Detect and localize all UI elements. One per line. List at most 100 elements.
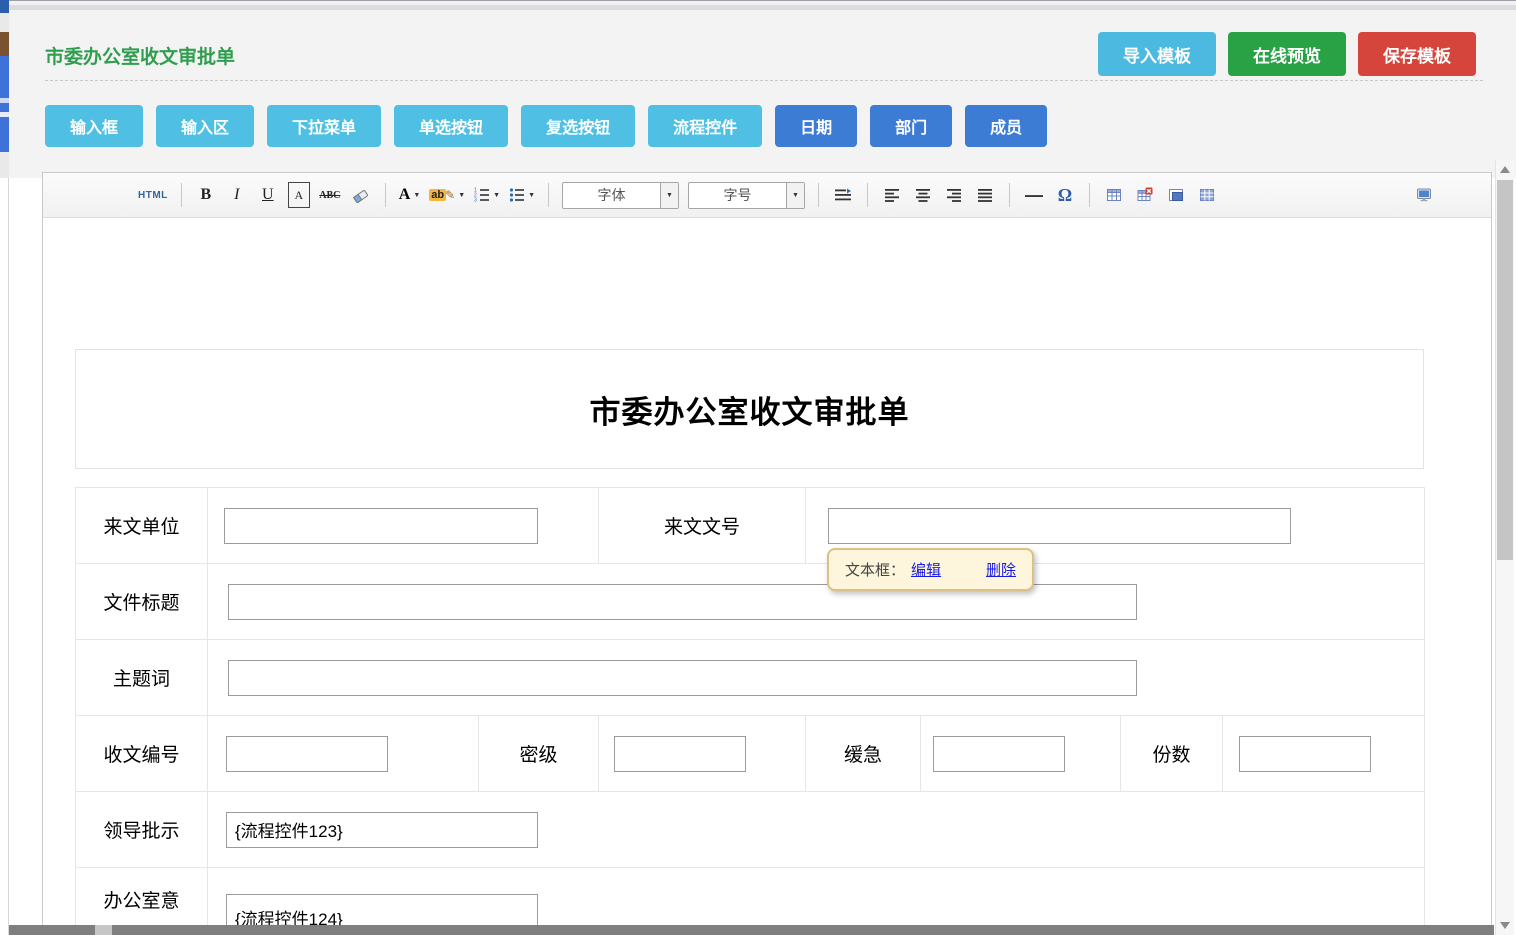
chevron-down-icon: ▼ — [413, 192, 420, 199]
add-flow-control-button[interactable]: 流程控件 — [648, 105, 762, 147]
leader-instructions-cell — [208, 792, 1425, 868]
font-family-label: 字体 — [563, 185, 660, 205]
bottom-bar[interactable] — [0, 925, 1494, 935]
subject-words-input[interactable] — [228, 660, 1137, 696]
receipt-number-label: 收文编号 — [76, 716, 208, 792]
document-title-label: 文件标题 — [76, 564, 208, 640]
indent-button[interactable] — [832, 182, 854, 208]
delete-field-link[interactable]: 删除 — [986, 559, 1016, 580]
cell-properties-icon — [1168, 187, 1184, 203]
highlight-color-button[interactable]: ab ✎ ▼ — [429, 188, 465, 202]
fullscreen-button[interactable] — [1413, 182, 1435, 208]
dashed-divider — [45, 80, 1483, 81]
add-checkbox-button[interactable]: 复选按钮 — [521, 105, 635, 147]
scroll-down-arrow[interactable] — [1500, 922, 1510, 929]
table-row: 领导批示 — [76, 792, 1425, 868]
urgency-cell — [921, 716, 1121, 792]
leader-instructions-input[interactable] — [226, 812, 538, 848]
incoming-doc-number-input[interactable] — [828, 508, 1291, 544]
chevron-down-icon: ▼ — [786, 183, 804, 208]
scrollbar-thumb[interactable] — [1497, 180, 1513, 560]
font-size-select[interactable]: 字号 ▼ — [688, 182, 805, 209]
cell-properties-button[interactable] — [1165, 182, 1187, 208]
form-title-block: 市委办公室收文审批单 — [75, 349, 1424, 469]
subject-words-cell — [208, 640, 1425, 716]
import-template-button[interactable]: 导入模板 — [1098, 32, 1216, 76]
component-toolbar: 输入框 输入区 下拉菜单 单选按钮 复选按钮 流程控件 日期 部门 成员 — [45, 105, 1047, 147]
ordered-list-icon: 1 2 3 — [474, 187, 490, 203]
insert-table-button[interactable] — [1103, 182, 1125, 208]
highlight-label: ab — [429, 189, 446, 201]
chevron-down-icon: ▼ — [458, 192, 465, 199]
edge-fragment — [0, 98, 9, 103]
font-size-label: 字号 — [689, 185, 786, 205]
table-properties-icon — [1199, 187, 1215, 203]
leader-instructions-label: 领导批示 — [76, 792, 208, 868]
font-color-button[interactable]: A ▼ — [399, 186, 421, 204]
align-center-button[interactable] — [912, 182, 934, 208]
urgency-label: 缓急 — [806, 716, 921, 792]
copies-input[interactable] — [1239, 736, 1371, 772]
bold-button[interactable]: B — [195, 182, 217, 208]
source-code-button[interactable]: HTML — [138, 182, 168, 208]
add-textarea-button[interactable]: 输入区 — [156, 105, 254, 147]
urgency-input[interactable] — [933, 736, 1065, 772]
svg-text:3: 3 — [474, 198, 477, 203]
strikethrough-button[interactable]: ABC — [319, 182, 341, 208]
justify-icon — [977, 187, 993, 203]
align-center-icon — [915, 187, 931, 203]
special-char-button[interactable]: Ω — [1054, 182, 1076, 208]
document-title-cell — [208, 564, 1425, 640]
field-action-tooltip: 文本框： 编辑 删除 — [827, 548, 1034, 591]
screen: 市委办公室收文审批单 导入模板 在线预览 保存模板 输入框 输入区 下拉菜单 单… — [0, 0, 1516, 935]
ordered-list-button[interactable]: 1 2 3 ▼ — [474, 187, 500, 203]
underline-button[interactable]: U — [257, 182, 279, 208]
scroll-up-arrow[interactable] — [1500, 166, 1510, 173]
border-text-button[interactable]: A — [288, 182, 310, 208]
form-title: 市委办公室收文审批单 — [590, 387, 910, 432]
template-actions: 导入模板 在线预览 保存模板 — [1098, 32, 1476, 76]
add-department-button[interactable]: 部门 — [870, 105, 952, 147]
edge-fragment — [0, 56, 9, 152]
toolbar-separator — [1089, 183, 1090, 207]
vertical-scrollbar[interactable] — [1495, 160, 1514, 935]
edge-fragment — [0, 32, 9, 56]
monitor-icon — [1415, 187, 1433, 203]
align-right-icon — [946, 187, 962, 203]
justify-button[interactable] — [974, 182, 996, 208]
bottom-bar-notch — [95, 925, 112, 935]
tooltip-label: 文本框： — [845, 559, 905, 580]
font-family-select[interactable]: 字体 ▼ — [562, 182, 679, 209]
toolbar-separator — [1009, 183, 1010, 207]
delete-table-button[interactable] — [1134, 182, 1156, 208]
add-dropdown-button[interactable]: 下拉菜单 — [267, 105, 381, 147]
incoming-unit-label: 来文单位 — [76, 488, 208, 564]
table-row: 文件标题 — [76, 564, 1425, 640]
italic-button[interactable]: I — [226, 182, 248, 208]
horizontal-rule-button[interactable]: — — [1023, 182, 1045, 208]
eraser-icon — [352, 187, 370, 203]
toolbar-separator — [818, 183, 819, 207]
remove-format-button[interactable] — [350, 182, 372, 208]
table-properties-button[interactable] — [1196, 182, 1218, 208]
add-input-box-button[interactable]: 输入框 — [45, 105, 143, 147]
edit-field-link[interactable]: 编辑 — [911, 559, 941, 580]
receipt-number-input[interactable] — [226, 736, 388, 772]
align-left-button[interactable] — [881, 182, 903, 208]
add-member-button[interactable]: 成员 — [965, 105, 1047, 147]
toolbar-separator — [181, 183, 182, 207]
security-level-input[interactable] — [614, 736, 746, 772]
online-preview-button[interactable]: 在线预览 — [1228, 32, 1346, 76]
editor-toolbar: HTML B I U A ABC A ▼ ab — [43, 173, 1491, 218]
copies-cell — [1223, 716, 1425, 792]
edge-fragment — [0, 152, 9, 178]
unordered-list-button[interactable]: ▼ — [509, 187, 535, 203]
add-radio-button[interactable]: 单选按钮 — [394, 105, 508, 147]
save-template-button[interactable]: 保存模板 — [1358, 32, 1476, 76]
align-left-icon — [884, 187, 900, 203]
align-right-button[interactable] — [943, 182, 965, 208]
delete-table-icon — [1137, 187, 1153, 203]
toolbar-separator — [385, 183, 386, 207]
incoming-unit-input[interactable] — [224, 508, 538, 544]
add-date-button[interactable]: 日期 — [775, 105, 857, 147]
